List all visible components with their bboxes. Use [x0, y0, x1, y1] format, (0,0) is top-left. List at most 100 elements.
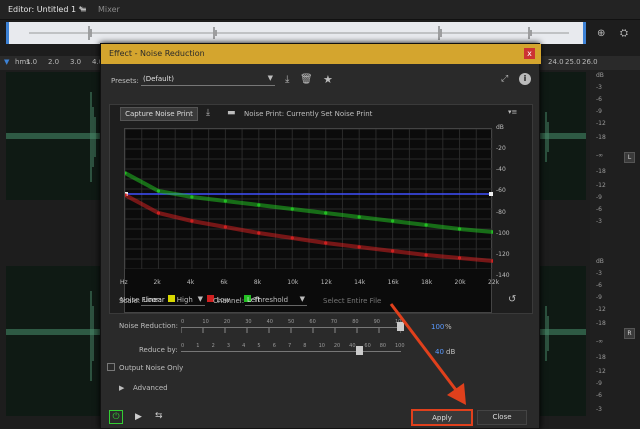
- play-icon[interactable]: ▶: [135, 412, 142, 422]
- reduce-by-label: Reduce by:: [139, 346, 178, 354]
- output-noise-only-label: Output Noise Only: [119, 364, 184, 372]
- y-tick-label: dB: [496, 124, 504, 131]
- tab-editor[interactable]: Editor: Untitled 1 *: [4, 3, 87, 17]
- slider-tick-label: 3: [226, 343, 231, 349]
- slider-tick-label: 1: [196, 343, 200, 349]
- db-label: -6: [596, 282, 602, 289]
- data-point-threshold: [223, 199, 227, 203]
- db-label: -9: [596, 380, 602, 387]
- db-label: -18: [596, 354, 606, 361]
- db-label: -12: [596, 120, 606, 127]
- data-point-threshold: [156, 189, 161, 193]
- data-point-low: [391, 249, 395, 253]
- annotation-arrow: [389, 303, 466, 405]
- x-tick-label: 4k: [186, 279, 195, 286]
- scale-label: Scale:: [119, 297, 141, 305]
- capture-noise-print-button[interactable]: Capture Noise Print: [120, 107, 198, 121]
- x-tick-label: 18k: [421, 279, 433, 286]
- db-label: -9: [596, 294, 602, 301]
- db-label: -18: [596, 320, 606, 327]
- close-button[interactable]: Close: [477, 410, 527, 425]
- channel-dropdown[interactable]: Left ▼: [245, 295, 307, 306]
- presets-value: (Default): [143, 75, 175, 83]
- slider-tick-label: 7: [288, 343, 292, 349]
- info-icon[interactable]: i: [519, 73, 531, 85]
- delete-preset-icon[interactable]: 🗑: [300, 74, 313, 85]
- slider-tick-label: 4: [242, 343, 246, 349]
- slider-tick-label: 30: [245, 319, 252, 325]
- slider-tick-label: 70: [330, 319, 338, 325]
- capture-icon[interactable]: ⤓: [206, 108, 210, 118]
- x-tick-label: 20k: [454, 279, 466, 286]
- channel-left-button[interactable]: L: [624, 152, 635, 163]
- channel-right-button[interactable]: R: [624, 328, 635, 339]
- data-point-low: [257, 231, 261, 235]
- slider-tick-label: 20: [333, 343, 341, 349]
- x-tick-label: 10k: [287, 279, 299, 286]
- overview-wave: [29, 26, 569, 40]
- db-label: -6: [596, 206, 602, 213]
- scale-dropdown[interactable]: Linear ▼: [141, 295, 205, 306]
- data-point-low: [156, 211, 161, 215]
- slider-tick-label: 5: [257, 343, 261, 349]
- loop-icon[interactable]: ⇆: [155, 411, 163, 421]
- noise-reduction-dialog: Effect - Noise Reduction x Presets: (Def…: [100, 43, 541, 429]
- chevron-down-icon: ▼: [299, 295, 305, 303]
- dialog-close-icon[interactable]: x: [524, 48, 535, 59]
- data-point-low: [223, 225, 227, 229]
- waveform-overview[interactable]: [6, 22, 586, 44]
- y-tick-label: -140: [496, 272, 510, 279]
- db-label: -∞: [596, 338, 604, 345]
- slider-tick-label: 10: [318, 343, 325, 349]
- db-label: -12: [596, 182, 606, 189]
- editor-tab-bar: Editor: Untitled 1 * ≡ Mixer: [0, 0, 640, 20]
- data-point-low: [324, 241, 328, 245]
- db-label: -18: [596, 168, 606, 175]
- x-tick-label: 12k: [320, 279, 332, 286]
- slider-tick-label: 6: [272, 343, 276, 349]
- db-label: -∞: [596, 152, 604, 159]
- data-point-low: [190, 219, 194, 223]
- y-tick-label: -100: [496, 229, 510, 237]
- folder-icon[interactable]: ▬: [227, 108, 236, 118]
- db-label: dB: [596, 258, 604, 265]
- db-label: -6: [596, 392, 602, 399]
- reset-icon[interactable]: ↺: [508, 294, 516, 305]
- db-label: -3: [596, 406, 602, 413]
- tab-menu-icon[interactable]: ≡: [76, 3, 91, 17]
- x-tick-label: 6k: [220, 279, 228, 286]
- presets-dropdown[interactable]: (Default) ▼: [141, 74, 275, 86]
- advanced-toggle[interactable]: Advanced: [133, 384, 168, 392]
- x-tick-label: 8k: [253, 279, 262, 286]
- power-icon[interactable]: ⏻: [109, 410, 123, 424]
- reference-handle-right: [489, 192, 493, 196]
- playhead-marker[interactable]: ▼: [4, 58, 9, 66]
- slider-tick-label: 10: [202, 319, 209, 325]
- tab-mixer[interactable]: Mixer: [94, 3, 124, 17]
- db-label: -3: [596, 218, 602, 225]
- pan-icon[interactable]: ⛭: [620, 28, 628, 39]
- dialog-title[interactable]: Effect - Noise Reduction: [101, 44, 541, 64]
- ruler-tick: 25.0: [565, 58, 581, 66]
- x-tick-label: 2k: [153, 279, 161, 286]
- data-point-low: [457, 256, 462, 260]
- ruler-tick: 24.0: [548, 58, 564, 66]
- presets-label: Presets:: [111, 77, 139, 85]
- output-noise-only-checkbox[interactable]: [107, 363, 115, 371]
- x-tick-label: 22k: [488, 279, 500, 286]
- y-tick-label: -80: [496, 208, 506, 216]
- save-preset-icon[interactable]: ⤓: [285, 74, 289, 85]
- zoom-icon[interactable]: ⊕: [597, 28, 605, 39]
- db-label: -18: [596, 134, 606, 141]
- expand-icon[interactable]: ⤢: [501, 74, 508, 84]
- data-point-threshold: [290, 207, 294, 211]
- slider-tick-label: 8: [303, 343, 307, 349]
- scale-value: Linear: [143, 296, 165, 304]
- advanced-expand-icon[interactable]: ▶: [119, 384, 124, 392]
- channel-label: Channel:: [213, 297, 245, 305]
- db-label: dB: [596, 72, 604, 79]
- data-point-threshold: [424, 223, 428, 227]
- panel-menu-icon[interactable]: ▾≡: [508, 108, 517, 116]
- favorite-star-icon[interactable]: ★: [323, 73, 333, 86]
- slider-tick-label: 20: [223, 319, 231, 325]
